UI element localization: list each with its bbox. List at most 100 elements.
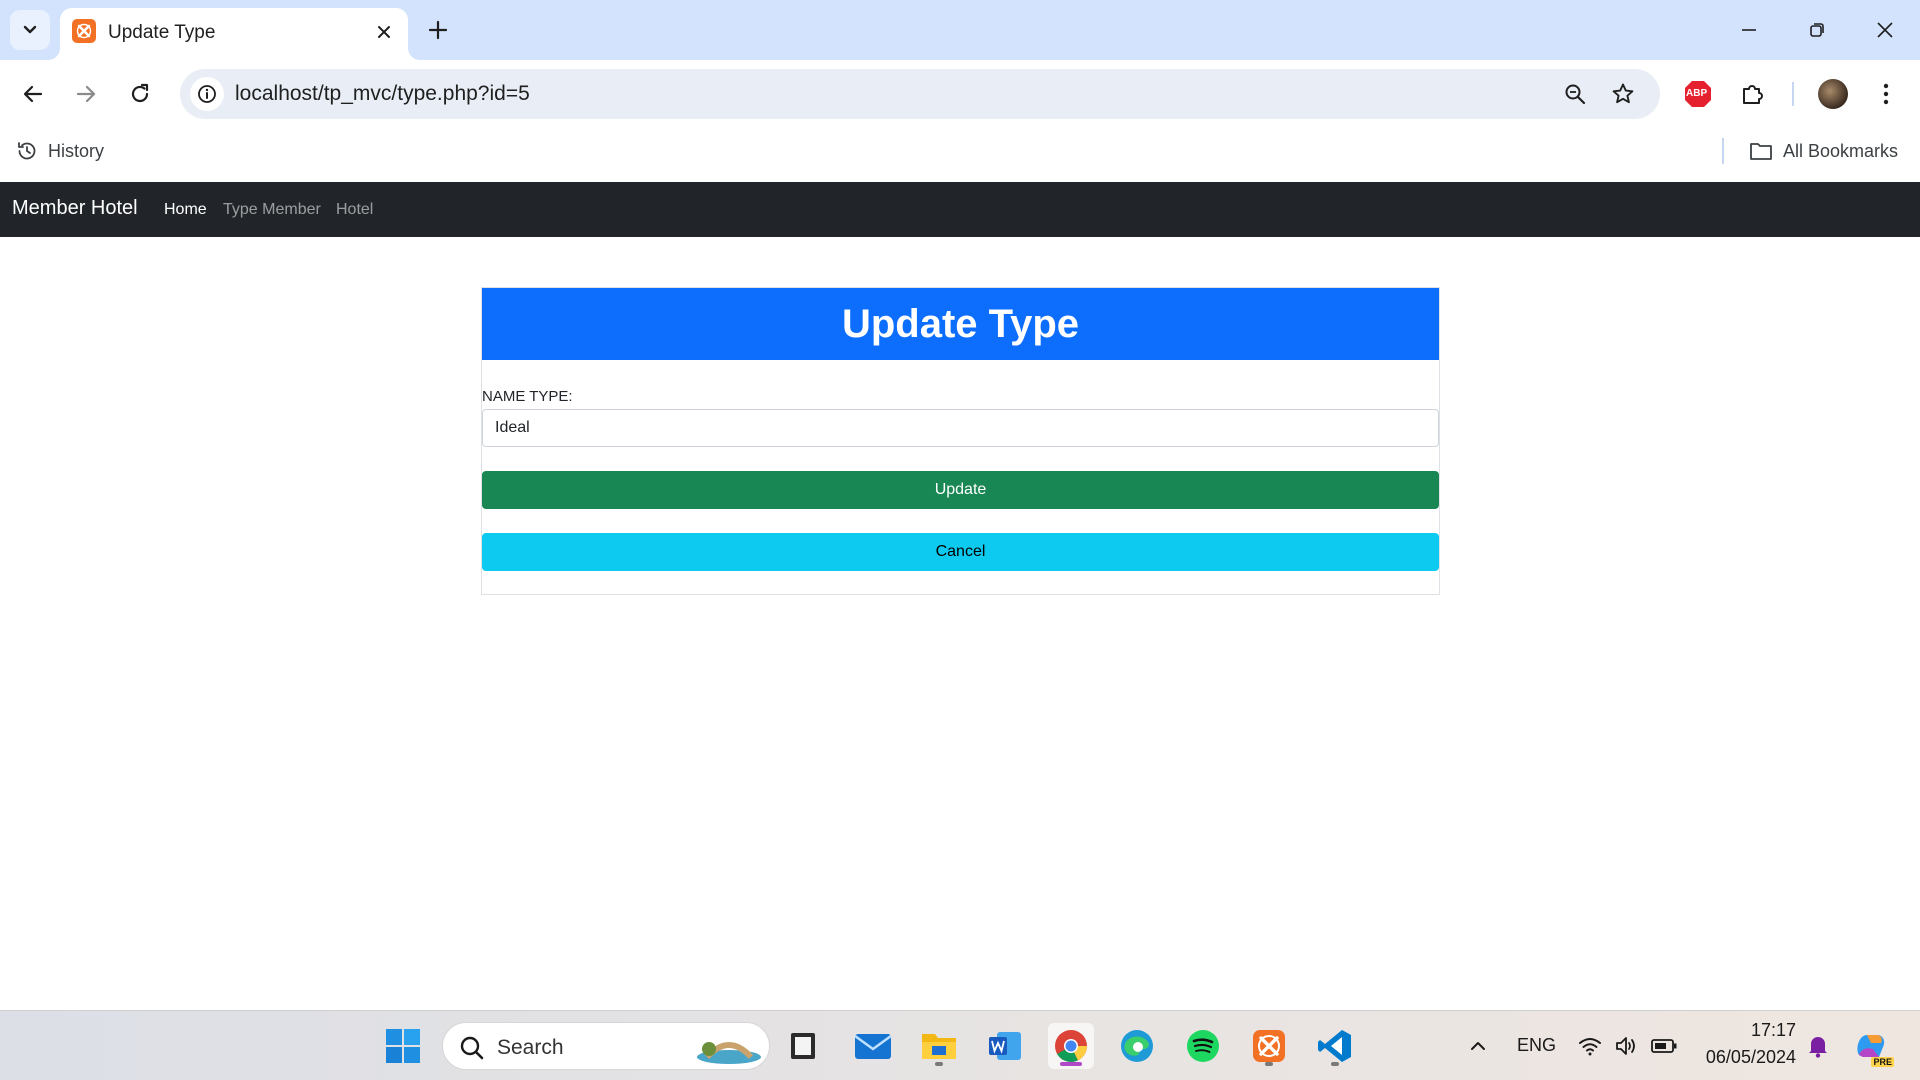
battery-status[interactable] [1644,1023,1684,1069]
folder-icon [922,1034,956,1059]
nav-link-type-member[interactable]: Type Member [223,201,321,219]
folder-icon [1750,143,1772,160]
bookmark-history-label: History [48,140,105,161]
clock-date: 06/05/2024 [1705,1047,1796,1067]
bell-icon [1809,1037,1827,1058]
arrow-left-icon [23,85,43,103]
toolbar-divider [1792,82,1794,106]
speaker-icon [1616,1037,1635,1055]
name-type-input[interactable] [482,409,1439,447]
running-indicator [1265,1062,1273,1066]
window-close-button[interactable] [1862,10,1908,50]
show-hidden-icons-button[interactable] [1456,1023,1500,1069]
extension-badge: ABP [1686,88,1708,99]
zoom-icon [1565,84,1586,105]
all-bookmarks-label: All Bookmarks [1782,140,1898,161]
taskbar-app-chrome[interactable] [1048,1023,1094,1069]
address-bar[interactable]: localhost/tp_mvc/type.php?id=5 [180,69,1660,119]
restore-button[interactable] [1794,10,1840,50]
clock[interactable]: 17:17 06/05/2024 [1696,1018,1798,1074]
wifi-status[interactable] [1570,1023,1610,1069]
arrow-right-icon [76,85,96,103]
all-bookmarks-button[interactable]: All Bookmarks [1749,136,1898,166]
new-tab-button[interactable] [422,14,454,46]
star-icon [1612,83,1634,104]
restore-icon [1810,23,1824,37]
card-header: Update Type [482,288,1439,360]
taskbar-app-file-explorer[interactable] [780,1023,826,1069]
taskbar-app-folder[interactable] [916,1023,962,1069]
copilot-badge: PRE [1871,1057,1894,1067]
site-info-button[interactable] [190,77,224,111]
bookmark-star-button[interactable] [1606,77,1640,111]
windows-taskbar: Search ENG 17:17 06/05/2024 PRE [0,1010,1920,1080]
browser-toolbar: localhost/tp_mvc/type.php?id=5 ABP Histo… [0,60,1920,188]
word-icon [989,1032,1021,1060]
taskbar-app-edge[interactable] [1114,1023,1160,1069]
taskbar-search[interactable]: Search [442,1022,770,1070]
name-type-label: NAME TYPE: [482,388,573,405]
back-button[interactable] [13,74,53,114]
navbar-brand[interactable]: Member Hotel [12,197,138,220]
browser-tab-strip: Update Type [0,0,1920,60]
language-indicator[interactable]: ENG [1517,1035,1556,1056]
start-button[interactable] [380,1023,426,1069]
history-icon [18,142,36,160]
bookmark-history[interactable]: History [16,136,104,166]
forward-button[interactable] [66,74,106,114]
taskbar-app-xampp[interactable] [1246,1023,1292,1069]
profile-button[interactable] [1813,74,1853,114]
update-type-card: Update Type NAME TYPE: Update Cancel [481,287,1440,595]
nav-link-home[interactable]: Home [164,201,207,219]
reload-icon [131,83,149,103]
file-explorer-icon [791,1033,815,1059]
search-highlight-icon [697,1042,761,1064]
minimize-button[interactable] [1726,10,1772,50]
browser-tab-active[interactable]: Update Type [60,8,408,60]
reload-button[interactable] [120,74,160,114]
browser-menu-button[interactable] [1866,74,1906,114]
avatar [1818,79,1848,109]
chevron-up-icon [1471,1042,1485,1050]
search-icon [460,1036,484,1060]
mail-icon [854,1034,892,1059]
wifi-icon [1579,1038,1601,1056]
chrome-icon [1055,1030,1087,1062]
update-button[interactable]: Update [482,471,1439,509]
more-vertical-icon [1883,83,1889,105]
tab-search-button[interactable] [10,10,50,50]
puzzle-icon [1743,85,1763,104]
extensions-button[interactable] [1733,74,1773,114]
running-indicator [1331,1062,1339,1066]
minimize-icon [1742,29,1756,31]
close-icon [1877,22,1893,38]
cancel-button[interactable]: Cancel [482,533,1439,571]
xampp-favicon-icon [72,19,96,43]
volume-status[interactable] [1606,1023,1646,1069]
site-navbar: Member Hotel Home Type Member Hotel [0,182,1920,237]
taskbar-app-vscode[interactable] [1312,1023,1358,1069]
running-indicator [935,1062,943,1066]
taskbar-app-spotify[interactable] [1180,1023,1226,1069]
edge-icon [1121,1030,1153,1062]
taskbar-app-mail[interactable] [850,1023,896,1069]
nav-link-hotel[interactable]: Hotel [336,201,373,219]
taskbar-app-word[interactable] [982,1023,1028,1069]
chevron-down-icon [23,25,37,34]
tab-close-button[interactable] [370,18,398,46]
windows-start-icon [386,1029,420,1063]
vscode-icon [1318,1030,1351,1062]
tab-title: Update Type [108,22,216,43]
taskbar-search-placeholder: Search [497,1036,564,1059]
plus-icon [428,20,448,40]
copilot-button[interactable]: PRE [1848,1023,1894,1069]
xampp-icon [1253,1030,1285,1062]
close-icon [378,26,390,38]
notifications-button[interactable] [1800,1023,1836,1069]
zoom-button[interactable] [1558,77,1592,111]
url-text[interactable]: localhost/tp_mvc/type.php?id=5 [235,82,530,106]
battery-icon [1651,1039,1677,1053]
clock-time: 17:17 [1750,1020,1796,1040]
adblock-extension-button[interactable]: ABP [1678,74,1718,114]
bookmark-divider [1722,138,1724,164]
